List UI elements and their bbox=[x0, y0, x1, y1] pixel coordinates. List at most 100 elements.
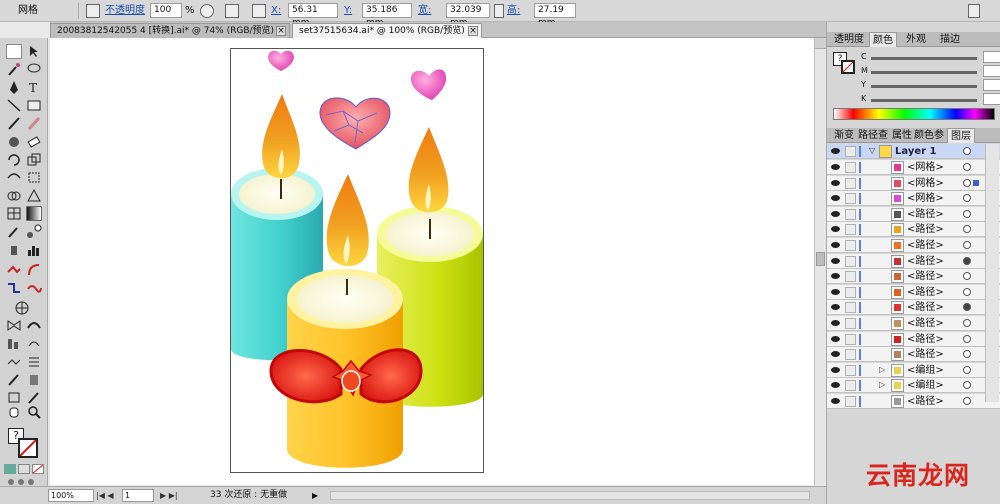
lock-toggle-icon[interactable] bbox=[845, 224, 856, 236]
layer-item-row[interactable]: <路径> bbox=[827, 300, 1000, 316]
knife-icon[interactable] bbox=[26, 280, 42, 295]
lock-toggle-icon[interactable] bbox=[845, 240, 856, 251]
blend-steps-icon[interactable] bbox=[6, 354, 22, 369]
expand-triangle-icon[interactable]: ▷ bbox=[879, 380, 885, 389]
opacity-label[interactable]: 不透明度 bbox=[105, 0, 145, 22]
page-nav-next-icon[interactable]: ▶ ▶| bbox=[160, 489, 190, 502]
visibility-eye-icon[interactable] bbox=[831, 273, 840, 280]
pencil-icon[interactable] bbox=[26, 116, 42, 131]
layer-item-row[interactable]: <路径> bbox=[827, 269, 1000, 285]
live-paint-select-icon[interactable] bbox=[26, 372, 42, 387]
yellow-slider[interactable]: Y bbox=[857, 79, 1000, 92]
artboard[interactable] bbox=[230, 48, 484, 473]
gradient-mode-icon[interactable] bbox=[18, 464, 30, 474]
tab-color-guide[interactable]: 颜色参 bbox=[911, 128, 947, 143]
status-menu-icon[interactable]: ▶ bbox=[312, 489, 322, 502]
eyedropper-icon[interactable] bbox=[6, 224, 22, 239]
target-circle-icon[interactable] bbox=[963, 365, 971, 374]
y-label[interactable]: Y: bbox=[344, 0, 352, 22]
layer-row[interactable]: ▽ Layer 1 bbox=[827, 144, 1000, 159]
width-input[interactable]: 32.039 mm bbox=[446, 3, 490, 28]
lock-toggle-icon[interactable] bbox=[845, 364, 856, 376]
visibility-eye-icon[interactable] bbox=[831, 398, 840, 404]
visibility-eye-icon[interactable] bbox=[831, 210, 840, 217]
target-circle-icon[interactable] bbox=[963, 241, 971, 249]
visibility-eye-icon[interactable] bbox=[831, 288, 840, 295]
target-circle-icon[interactable] bbox=[963, 287, 971, 296]
width-label[interactable]: 宽: bbox=[418, 0, 431, 22]
x-label[interactable]: X: bbox=[271, 0, 281, 22]
lock-toggle-icon[interactable] bbox=[845, 318, 856, 329]
black-value[interactable] bbox=[983, 93, 1000, 105]
layer-item-row[interactable]: <路径> bbox=[827, 331, 1000, 347]
layer-item-row[interactable]: <路径> bbox=[827, 347, 1000, 363]
target-circle-icon[interactable] bbox=[963, 303, 971, 312]
column-chart-icon[interactable] bbox=[6, 336, 22, 351]
column-graph-icon[interactable] bbox=[26, 242, 42, 257]
width-tool-icon[interactable] bbox=[26, 318, 42, 333]
height-label[interactable]: 高: bbox=[507, 0, 520, 22]
layers-scrollbar[interactable] bbox=[985, 144, 999, 402]
visibility-eye-icon[interactable] bbox=[831, 257, 840, 264]
target-circle-icon[interactable] bbox=[963, 272, 971, 281]
target-circle-icon[interactable] bbox=[963, 350, 971, 359]
layer-item-row[interactable]: <路径> bbox=[827, 253, 1000, 269]
lasso-icon[interactable] bbox=[26, 62, 42, 77]
tab-pathfinder[interactable]: 路径查 bbox=[855, 128, 891, 143]
magic-wand-icon[interactable] bbox=[6, 62, 22, 77]
lock-toggle-icon[interactable] bbox=[845, 380, 856, 392]
color-mode-icon[interactable] bbox=[4, 464, 16, 474]
free-transform-icon[interactable] bbox=[26, 170, 42, 185]
tab-gradient[interactable]: 渐变 bbox=[831, 128, 857, 143]
lock-toggle-icon[interactable] bbox=[845, 208, 856, 220]
screen-mode-icon[interactable] bbox=[6, 478, 40, 486]
recolor-icon[interactable] bbox=[86, 4, 100, 18]
lock-toggle-icon[interactable] bbox=[845, 255, 856, 267]
lock-toggle-icon[interactable] bbox=[845, 162, 856, 173]
layer-item-row[interactable]: <路径> bbox=[827, 238, 1000, 253]
candles-artwork[interactable] bbox=[231, 49, 483, 472]
layer-item-row[interactable]: ▷ <编组> bbox=[827, 378, 1000, 394]
canvas-area[interactable] bbox=[50, 38, 814, 485]
list-icon[interactable] bbox=[26, 354, 42, 369]
black-slider[interactable]: K bbox=[857, 93, 1000, 106]
symbol-sprayer-icon[interactable] bbox=[6, 242, 22, 257]
stroke-color-icon[interactable] bbox=[841, 60, 855, 74]
none-mode-icon[interactable] bbox=[32, 464, 44, 474]
tab-doc-1[interactable]: 20083812542055 4 [转换].ai* @ 74% (RGB/预览)… bbox=[50, 23, 290, 38]
target-circle-icon[interactable] bbox=[963, 194, 971, 203]
layer-item-row[interactable]: <路径> bbox=[827, 206, 1000, 222]
close-icon[interactable]: × bbox=[468, 26, 478, 36]
mesh-tool-icon[interactable] bbox=[6, 206, 22, 221]
selection-tool-icon[interactable] bbox=[6, 44, 22, 59]
visibility-eye-icon[interactable] bbox=[831, 148, 840, 154]
type-tool-icon[interactable]: T bbox=[26, 80, 42, 95]
yellow-value[interactable] bbox=[983, 79, 1000, 91]
vertical-scrollbar[interactable] bbox=[814, 38, 826, 485]
tab-layers[interactable]: 图层 bbox=[947, 128, 975, 143]
scissors-icon[interactable] bbox=[6, 280, 22, 295]
magenta-value[interactable] bbox=[983, 65, 1000, 77]
visibility-eye-icon[interactable] bbox=[831, 351, 840, 358]
tab-doc-2[interactable]: set37515634.ai* @ 100% (RGB/预览) × bbox=[292, 23, 482, 38]
visibility-eye-icon[interactable] bbox=[831, 335, 840, 342]
visibility-eye-icon[interactable] bbox=[831, 320, 840, 326]
layer-target-icon[interactable] bbox=[963, 147, 971, 155]
cyan-slider[interactable]: C bbox=[857, 51, 1000, 64]
visibility-eye-icon[interactable] bbox=[831, 195, 840, 202]
eyedropper-2-icon[interactable] bbox=[26, 390, 42, 405]
layer-item-row[interactable]: <网格> bbox=[827, 175, 1000, 191]
symbol-icon[interactable] bbox=[26, 336, 42, 351]
hand-tool-icon[interactable] bbox=[14, 300, 30, 315]
expand-triangle-icon[interactable]: ▷ bbox=[879, 365, 885, 374]
lock-toggle-icon[interactable] bbox=[845, 302, 856, 314]
magnify-icon[interactable] bbox=[26, 404, 42, 419]
page-nav-first-icon[interactable]: |◀ ◀ bbox=[96, 489, 116, 502]
warp-tool-icon[interactable] bbox=[6, 170, 22, 185]
stroke-swatch-icon[interactable] bbox=[18, 438, 38, 458]
target-circle-icon[interactable] bbox=[963, 334, 971, 343]
artboard-tool-icon[interactable] bbox=[6, 262, 22, 277]
shape-builder-icon[interactable] bbox=[6, 188, 22, 203]
lock-toggle-icon[interactable] bbox=[845, 396, 856, 407]
visibility-eye-icon[interactable] bbox=[831, 304, 840, 311]
